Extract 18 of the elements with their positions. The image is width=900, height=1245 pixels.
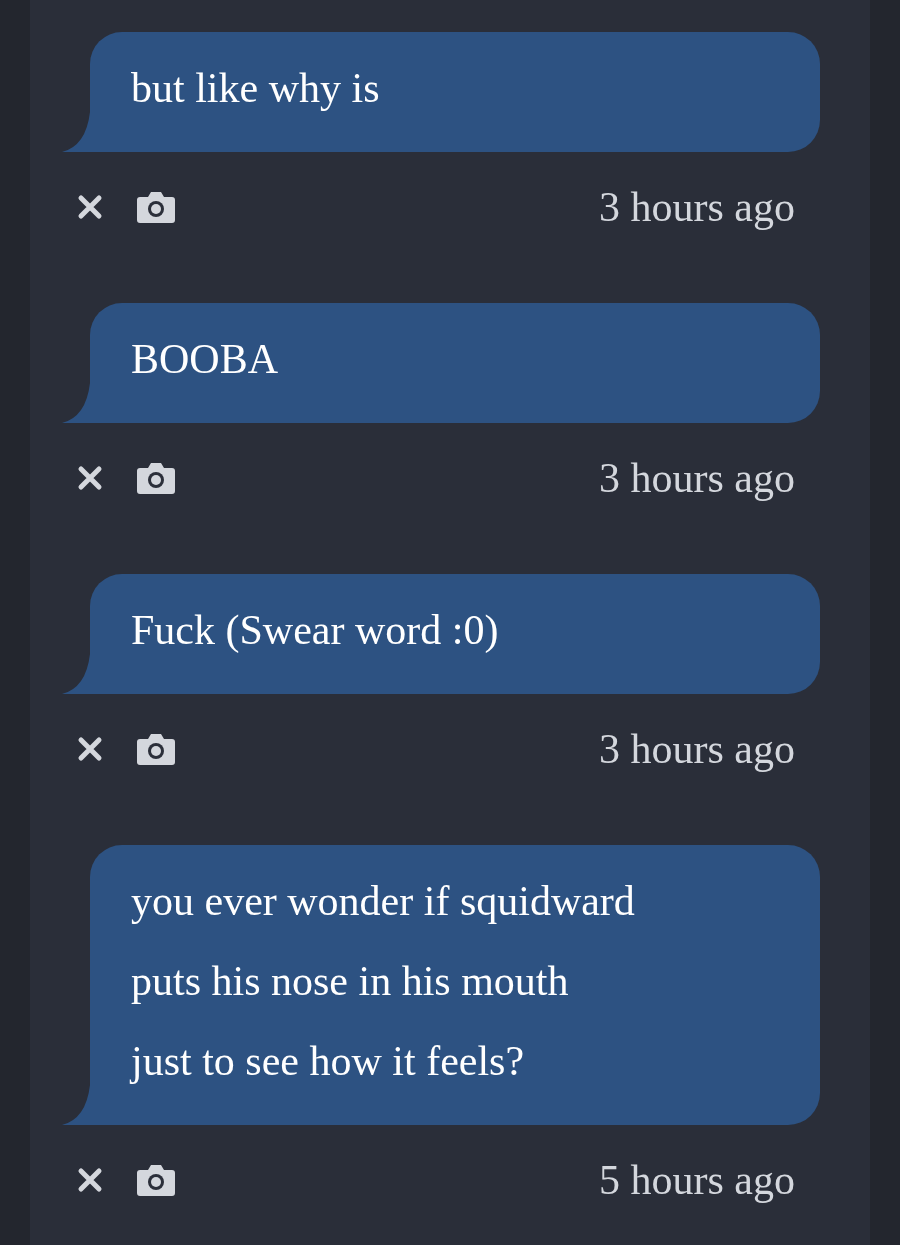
camera-icon[interactable] — [136, 1163, 176, 1197]
camera-icon[interactable] — [136, 190, 176, 224]
timestamp: 3 hours ago — [599, 183, 795, 231]
message-text: BOOBA — [131, 335, 279, 384]
close-icon[interactable] — [76, 193, 104, 221]
camera-icon[interactable] — [136, 732, 176, 766]
timestamp: 5 hours ago — [599, 1156, 795, 1204]
message-text: you ever wonder if squidward — [131, 877, 635, 926]
timestamp: 3 hours ago — [599, 454, 795, 502]
message-text: Fuck (Swear word :0) — [131, 606, 499, 655]
timestamp: 3 hours ago — [599, 725, 795, 773]
camera-icon[interactable] — [136, 461, 176, 495]
message-text: puts his nose in his mouth — [131, 957, 569, 1006]
message-text: but like why is — [131, 64, 380, 113]
message-text: just to see how it feels? — [131, 1037, 525, 1086]
close-icon[interactable] — [76, 735, 104, 763]
close-icon[interactable] — [76, 464, 104, 492]
close-icon[interactable] — [76, 1166, 104, 1194]
